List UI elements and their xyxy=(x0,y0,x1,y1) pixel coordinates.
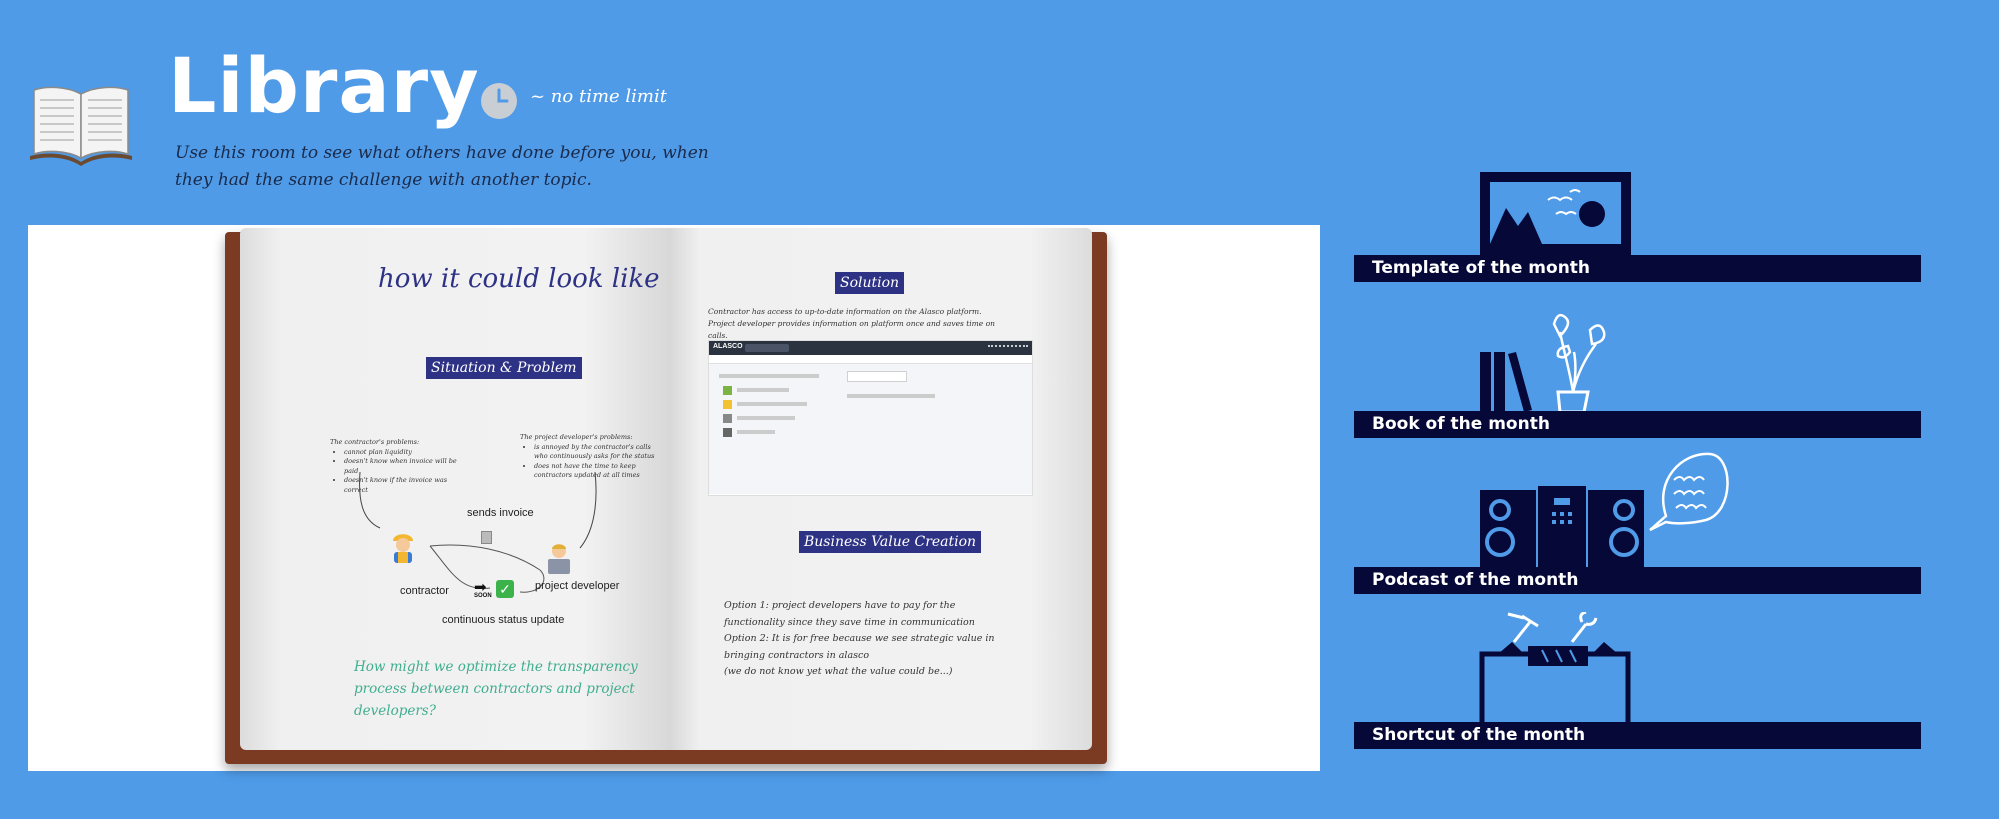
platform-topbar-dots xyxy=(988,345,1028,353)
check-mark-icon: ✓ xyxy=(496,580,514,598)
placeholder-line xyxy=(847,394,935,398)
construction-worker-icon xyxy=(389,529,417,568)
situation-problem-tag: Situation & Problem xyxy=(426,357,582,379)
shelf-shortcut-label: Shortcut of the month xyxy=(1372,725,1586,745)
continuous-status-label: continuous status update xyxy=(442,614,565,626)
placeholder-line xyxy=(737,388,789,392)
developer-laptop-icon xyxy=(544,542,574,579)
shelf-template-label: Template of the month xyxy=(1372,258,1591,278)
platform-topbar-pill xyxy=(745,344,789,352)
framed-picture-icon xyxy=(1478,170,1633,261)
contractor-problems-title: The contractor's problems: xyxy=(330,438,420,446)
option-line: Option 1: project developers have to pay… xyxy=(724,600,956,611)
soon-label: SOON xyxy=(474,593,492,599)
list-item: cannot plan liquidity xyxy=(344,448,470,458)
platform-brand: ALASCO xyxy=(713,343,743,350)
book-emoji-icon xyxy=(28,80,134,171)
page-subtitle: Use this room to see what others have do… xyxy=(175,143,709,190)
time-limit-note: ~ no time limit xyxy=(530,86,667,107)
shelf-shortcut[interactable]: Shortcut of the month xyxy=(1354,722,1921,749)
option-line: bringing contractors in alasco xyxy=(724,649,870,661)
developer-problems-title: The project developer's problems: xyxy=(520,433,633,441)
shelf-podcast-label: Podcast of the month xyxy=(1372,570,1579,590)
sends-invoice-label: sends invoice xyxy=(467,507,534,519)
books-and-plant-icon xyxy=(1478,302,1628,417)
document-icon xyxy=(481,531,492,544)
how-might-we-question: How might we optimize the transparency p… xyxy=(354,659,638,719)
left-page-heading: how it could look like xyxy=(378,264,660,294)
placeholder-line xyxy=(737,416,795,420)
placeholder-line xyxy=(737,402,807,406)
status-grey xyxy=(723,428,732,437)
platform-screenshot: ALASCO xyxy=(708,340,1033,496)
business-value-tag: Business Value Creation xyxy=(799,531,982,553)
project-developer-label: project developer xyxy=(535,580,620,592)
shelf-book-label: Book of the month xyxy=(1372,414,1550,434)
option-line: Option 2: It is for free because we see … xyxy=(724,633,995,644)
contractor-label: contractor xyxy=(400,585,449,597)
business-options: Option 1: project developers have to pay… xyxy=(724,598,1024,681)
status-green xyxy=(723,386,732,395)
solution-tag: Solution xyxy=(835,272,905,294)
platform-body xyxy=(709,364,1032,494)
option-line: functionality since they save time in co… xyxy=(724,616,975,628)
platform-topbar: ALASCO xyxy=(709,341,1032,355)
toolbox-icon xyxy=(1478,610,1633,729)
search-box xyxy=(847,371,907,382)
clock-icon xyxy=(480,82,518,125)
placeholder-line xyxy=(737,430,775,434)
speakers-and-speech-bubble-icon xyxy=(1478,450,1733,573)
shelf-podcast[interactable]: Podcast of the month xyxy=(1354,567,1921,594)
list-item: is annoyed by the contractor's calls who… xyxy=(534,443,655,462)
placeholder-line xyxy=(719,374,819,378)
shelf-template[interactable]: Template of the month xyxy=(1354,255,1921,282)
status-grey xyxy=(723,414,732,423)
solution-text: Contractor has access to up-to-date info… xyxy=(708,307,995,340)
page-title: Library xyxy=(168,41,480,130)
platform-nav xyxy=(709,355,1032,364)
shelf-book[interactable]: Book of the month xyxy=(1354,411,1921,438)
status-yellow xyxy=(723,400,732,409)
option-line: (we do not know yet what the value could… xyxy=(724,666,953,677)
